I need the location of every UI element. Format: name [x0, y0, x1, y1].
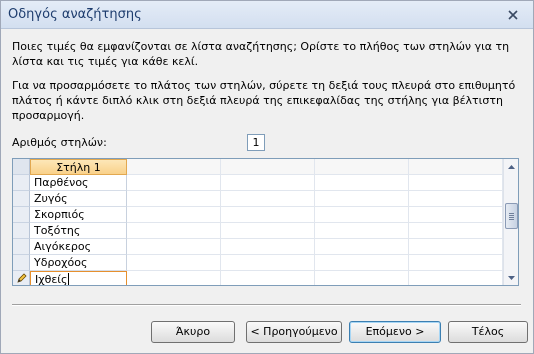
- row-selector[interactable]: [13, 191, 30, 207]
- scroll-thumb[interactable]: [505, 203, 518, 229]
- grid-cell[interactable]: Παρθένος: [30, 175, 127, 191]
- table-row: Υδροχόος: [13, 255, 503, 271]
- instruction-text-1: Ποιες τιμές θα εμφανίζονται σε λίστα ανα…: [12, 40, 510, 68]
- instruction-text-2: Για να προσαρμόσετε το πλάτος των στηλών…: [12, 79, 516, 122]
- table-row: Αιγόκερος: [13, 239, 503, 255]
- arrow-down-icon: [508, 275, 515, 280]
- text-caret: [68, 273, 70, 285]
- back-button[interactable]: < Προηγούμενο: [246, 321, 342, 343]
- lookup-wizard-window: Οδηγός αναζήτησης Ποιες τιμές θα εμφανίζ…: [0, 0, 534, 354]
- scroll-up-button[interactable]: [504, 159, 518, 174]
- scroll-down-button[interactable]: [504, 270, 518, 285]
- finish-button[interactable]: Τέλος: [448, 321, 528, 343]
- row-selector[interactable]: [13, 207, 30, 223]
- active-cell-input[interactable]: Ιχθείς: [30, 271, 127, 286]
- active-cell-value: Ιχθείς: [35, 273, 68, 286]
- pencil-icon: [17, 273, 27, 283]
- select-all-corner[interactable]: [13, 159, 30, 175]
- table-row: Σκορπιός: [13, 207, 503, 223]
- row-selector[interactable]: [13, 271, 30, 285]
- vertical-scrollbar[interactable]: [503, 159, 518, 285]
- row-selector[interactable]: [13, 239, 30, 255]
- row-selector[interactable]: [13, 223, 30, 239]
- table-row: Ζυγός: [13, 191, 503, 207]
- column-count-label: Αριθμός στηλών:: [12, 136, 107, 149]
- arrow-up-icon: [508, 164, 515, 169]
- title-bar[interactable]: Οδηγός αναζήτησης: [1, 1, 533, 29]
- grid-cell[interactable]: Τοξότης: [30, 223, 127, 239]
- wizard-body: Ποιες τιμές θα εμφανίζονται σε λίστα ανα…: [1, 30, 533, 353]
- row-selector[interactable]: [13, 255, 30, 271]
- window-title: Οδηγός αναζήτησης: [8, 7, 142, 22]
- grid-header-row: Στήλη 1: [13, 159, 503, 175]
- separator-line: [12, 304, 521, 306]
- column-header-1[interactable]: Στήλη 1: [30, 159, 127, 175]
- grid-cell[interactable]: Αιγόκερος: [30, 239, 127, 255]
- row-selector[interactable]: [13, 175, 30, 191]
- close-icon: [508, 10, 518, 20]
- grid-cell[interactable]: Σκορπιός: [30, 207, 127, 223]
- cancel-button[interactable]: Άκυρο: [151, 321, 235, 343]
- values-grid[interactable]: Στήλη 1 Παρθένος Ζυγός Σκορπιός Τοξότης: [12, 158, 519, 286]
- next-button[interactable]: Επόμενο >: [349, 321, 441, 343]
- grid-cell[interactable]: Υδροχόος: [30, 255, 127, 271]
- editing-row: Ιχθείς: [13, 271, 503, 286]
- column-count-input[interactable]: [247, 134, 265, 151]
- close-button[interactable]: [502, 6, 524, 24]
- table-row: Παρθένος: [13, 175, 503, 191]
- table-row: Τοξότης: [13, 223, 503, 239]
- grid-cell[interactable]: Ζυγός: [30, 191, 127, 207]
